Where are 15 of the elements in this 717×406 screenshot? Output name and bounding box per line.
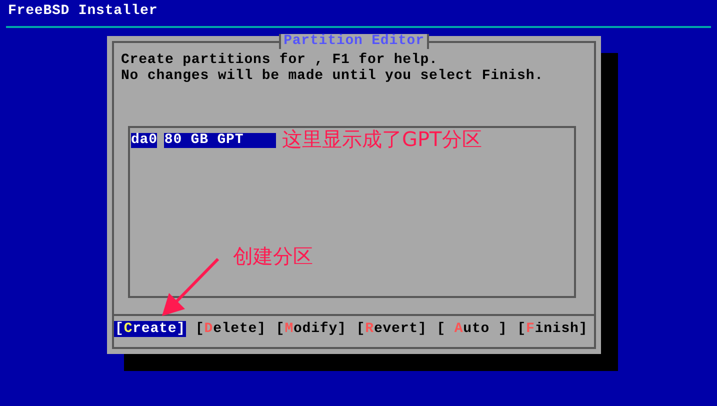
message-text: No changes will be made until you select Finish.	[121, 68, 544, 84]
partition-name[interactable]: da0	[131, 133, 158, 148]
menu-button[interactable]: [Create]	[114, 321, 186, 337]
partition-info[interactable]: 80 GB GPT	[164, 133, 276, 148]
menu-button[interactable]: [Delete]	[194, 321, 267, 337]
dialog-title: Partition Editor	[278, 34, 430, 49]
menu-button[interactable]: [Modify]	[274, 321, 348, 337]
annotation-text: 这里显示成了GPT分区	[282, 127, 482, 151]
message-text: Create partitions for , F1 for help.	[121, 52, 439, 68]
window-title: FreeBSD Installer	[8, 3, 158, 19]
menu-button[interactable]: [ Auto ]	[436, 321, 508, 337]
annotation-text: 创建分区	[233, 244, 313, 268]
arrow-icon	[161, 257, 219, 317]
menu-button[interactable]: [Revert]	[355, 321, 428, 337]
menu-button[interactable]: [Finish]	[516, 321, 589, 337]
